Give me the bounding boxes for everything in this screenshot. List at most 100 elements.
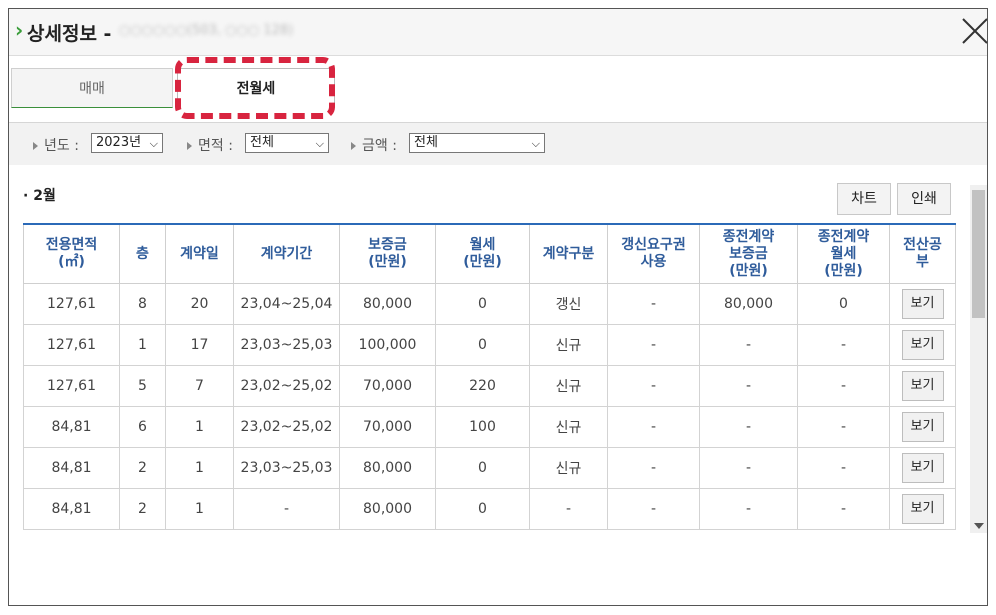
year-filter-label: 년도 :: [33, 135, 79, 155]
table-cell: 0: [435, 488, 530, 530]
column-header: 월세 (만원): [435, 223, 530, 284]
table-cell: 127,61: [23, 283, 120, 325]
table-cell: 80,000: [699, 283, 798, 325]
table-cell: -: [797, 324, 890, 366]
table-cell: 17: [165, 324, 234, 366]
table-cell: -: [529, 488, 608, 530]
chevron-down-icon: ⌵: [149, 137, 158, 150]
table-cell: 23,03~25,03: [233, 324, 340, 366]
view-button[interactable]: 보기: [901, 289, 944, 319]
area-select[interactable]: 전체 ⌵: [245, 133, 329, 153]
table-cell: -: [699, 488, 798, 530]
view-cell: 보기: [889, 488, 956, 530]
table-cell: 2: [119, 447, 166, 489]
column-header: 전산공 부: [889, 223, 956, 284]
table-cell: 80,000: [339, 488, 436, 530]
close-button[interactable]: [959, 15, 987, 47]
table-cell: 1: [165, 406, 234, 448]
view-cell: 보기: [889, 447, 956, 489]
tab-rent[interactable]: 전월세: [177, 68, 335, 108]
table-cell: 5: [119, 365, 166, 407]
print-button[interactable]: 인쇄: [897, 183, 951, 215]
view-button[interactable]: 보기: [901, 330, 944, 360]
table-cell: 0: [435, 447, 530, 489]
chevron-down-icon: ⌵: [531, 137, 540, 150]
close-icon: [962, 18, 987, 44]
table-cell: 84,81: [23, 406, 120, 448]
table-cell: -: [607, 324, 700, 366]
table-row: 127,61 5 7 23,02~25,02 70,000 220 신규 - - - 보기: [23, 365, 956, 407]
table-row: 84,81 2 1-80,000 0- - - - 보기: [23, 488, 956, 530]
scroll-down-icon[interactable]: [974, 523, 984, 529]
amount-select[interactable]: 전체 ⌵: [409, 133, 545, 153]
content-area: · 2월 차트 인쇄 전용면적 (㎡) 층 계약일 계약기간 보증금 (만원) 월세 (만원) 계…: [9, 165, 987, 605]
view-button[interactable]: 보기: [901, 412, 944, 442]
column-header: 계약구분: [529, 223, 608, 284]
triangle-right-icon: [187, 142, 192, 150]
table-row: 127,61 8 20 23,04~25,04 80,000 0 갱신 -80,000 0 보기: [23, 283, 956, 325]
table-cell: 6: [119, 406, 166, 448]
table-cell: 23,04~25,04: [233, 283, 340, 325]
rent-table: 전용면적 (㎡) 층 계약일 계약기간 보증금 (만원) 월세 (만원) 계약구분 갱신요구권 사용 종…: [23, 223, 956, 530]
dialog-titlebar: › 상세정보 - ○○○○○○(503, ○○○ 128): [9, 9, 987, 56]
tab-bar: 매매 전월세: [9, 56, 987, 122]
detail-dialog: › 상세정보 - ○○○○○○(503, ○○○ 128) 매매 전월세 년도 …: [8, 8, 988, 606]
view-cell: 보기: [889, 406, 956, 448]
table-cell: 23,03~25,03: [233, 447, 340, 489]
column-header: 종전계약 월세 (만원): [797, 223, 890, 284]
scroll-thumb[interactable]: [972, 190, 985, 318]
table-cell: -: [797, 488, 890, 530]
table-cell: 20: [165, 283, 234, 325]
tab-sale[interactable]: 매매: [11, 68, 173, 108]
chart-button[interactable]: 차트: [837, 183, 891, 215]
table-cell: 127,61: [23, 324, 120, 366]
table-cell: -: [699, 406, 798, 448]
table-cell: 신규: [529, 365, 608, 407]
table-cell: -: [699, 324, 798, 366]
year-select[interactable]: 2023년 ⌵: [91, 133, 163, 153]
table-cell: -: [607, 447, 700, 489]
table-cell: 신규: [529, 406, 608, 448]
table-cell: -: [797, 406, 890, 448]
view-button[interactable]: 보기: [901, 494, 944, 524]
view-cell: 보기: [889, 283, 956, 325]
table-cell: -: [233, 488, 340, 530]
view-cell: 보기: [889, 324, 956, 366]
table-cell: 1: [119, 324, 166, 366]
filter-bar: 년도 : 2023년 ⌵ 면적 : 전체 ⌵ 금액 : 전체 ⌵: [9, 122, 987, 166]
view-button[interactable]: 보기: [901, 453, 944, 483]
table-cell: -: [607, 283, 700, 325]
table-cell: 80,000: [339, 283, 436, 325]
table-cell: 23,02~25,02: [233, 406, 340, 448]
table-cell: 1: [165, 447, 234, 489]
column-header: 전용면적 (㎡): [23, 223, 120, 284]
column-header: 보증금 (만원): [339, 223, 436, 284]
view-button[interactable]: 보기: [901, 371, 944, 401]
chevron-right-icon: ›: [15, 18, 24, 42]
area-filter-label: 면적 :: [187, 135, 233, 155]
table-header-row: 전용면적 (㎡) 층 계약일 계약기간 보증금 (만원) 월세 (만원) 계약구분 갱신요구권 사용 종…: [23, 223, 956, 284]
table-cell: -: [607, 406, 700, 448]
column-header: 종전계약 보증금 (만원): [699, 223, 798, 284]
column-header: 계약기간: [233, 223, 340, 284]
view-cell: 보기: [889, 365, 956, 407]
table-cell: -: [607, 488, 700, 530]
table-cell: 0: [435, 324, 530, 366]
table-cell: 100: [435, 406, 530, 448]
table-cell: 1: [165, 488, 234, 530]
table-row: 127,61 1 17 23,03~25,03 100,000 0 신규 - - - 보기: [23, 324, 956, 366]
amount-filter-label: 금액 :: [351, 135, 397, 155]
table-cell: 70,000: [339, 365, 436, 407]
table-cell: -: [607, 365, 700, 407]
scrollbar[interactable]: [970, 185, 987, 533]
table-cell: 70,000: [339, 406, 436, 448]
table-cell: 84,81: [23, 447, 120, 489]
table-cell: 23,02~25,02: [233, 365, 340, 407]
column-header: 계약일: [165, 223, 234, 284]
table-cell: 갱신: [529, 283, 608, 325]
column-header: 갱신요구권 사용: [607, 223, 700, 284]
triangle-right-icon: [33, 142, 38, 150]
chevron-down-icon: ⌵: [315, 137, 324, 150]
table-cell: -: [797, 447, 890, 489]
dialog-subtitle-blurred: ○○○○○○(503, ○○○ 128): [119, 23, 294, 38]
